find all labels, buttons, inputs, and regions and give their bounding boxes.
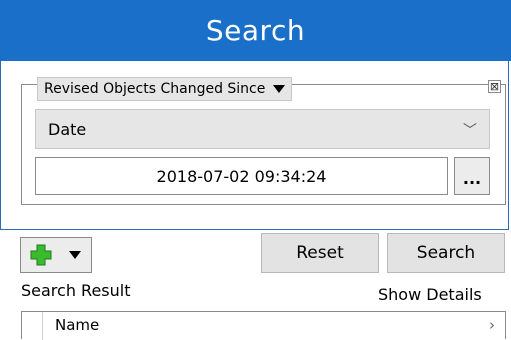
- chevron-down-icon: ﹀: [463, 123, 477, 139]
- search-button[interactable]: Search: [387, 233, 505, 273]
- field-type-select[interactable]: Date ﹀: [35, 109, 490, 149]
- add-criteria-button[interactable]: [20, 237, 92, 273]
- dropdown-arrow-icon: [273, 85, 286, 93]
- chevron-right-icon[interactable]: ›: [489, 316, 495, 334]
- remove-criteria-icon[interactable]: ⊠: [488, 80, 501, 93]
- field-type-label: Date: [48, 119, 87, 139]
- show-details-link[interactable]: Show Details: [378, 285, 482, 304]
- panel-title: Search: [0, 0, 511, 61]
- results-list-header: Name ›: [21, 311, 506, 340]
- reset-button[interactable]: Reset: [261, 233, 379, 273]
- column-separator: [42, 312, 43, 340]
- green-plus-icon: [30, 244, 52, 266]
- date-value-input[interactable]: 2018-07-02 09:34:24: [35, 157, 448, 195]
- criteria-type-dropdown[interactable]: Revised Objects Changed Since: [37, 77, 293, 101]
- dropdown-arrow-icon: [69, 251, 81, 259]
- criteria-type-label: Revised Objects Changed Since: [44, 81, 266, 97]
- search-result-label: Search Result: [21, 281, 131, 300]
- browse-button[interactable]: ...: [454, 157, 490, 195]
- column-header-name[interactable]: Name: [55, 316, 99, 334]
